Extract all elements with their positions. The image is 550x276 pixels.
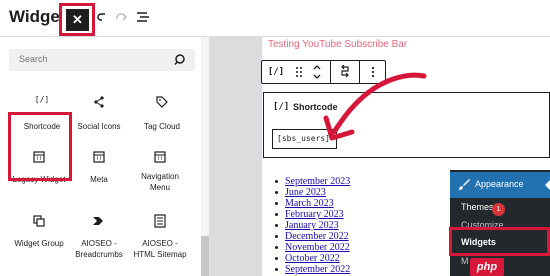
aioseo-sitemap-icon: [154, 214, 166, 228]
widget-title: Testing YouTube Subscribe Bar: [268, 39, 408, 50]
block-label: AIOSEO - Breadcrumbs: [75, 239, 123, 259]
list-item[interactable]: September 2023: [272, 176, 350, 187]
aioseo-breadcrumbs-icon: [93, 217, 103, 225]
close-icon: ✕: [72, 12, 83, 27]
red-arrow-annotation: [323, 72, 427, 141]
block-meta[interactable]: Meta: [68, 150, 130, 190]
block-aioseo-breadcrumbs[interactable]: AIOSEO - Breadcrumbs: [68, 214, 130, 264]
redo-icon: [116, 13, 127, 21]
update-count-badge: 1: [492, 203, 505, 216]
widgets-highlight-box: [449, 227, 550, 256]
close-highlight-box: ✕: [59, 3, 95, 36]
drag-handle-icon: [296, 67, 302, 77]
menu-item-themes[interactable]: Themes: [461, 202, 494, 212]
list-view-button[interactable]: [135, 8, 151, 26]
block-widget-group[interactable]: Widget Group: [8, 214, 70, 254]
shortcode-icon: [/]: [34, 95, 50, 104]
shortcode-highlight-box: [8, 112, 72, 181]
list-item[interactable]: February 2023: [272, 209, 350, 220]
block-label: AIOSEO - HTML Sitemap: [133, 239, 187, 259]
shortcode-icon: [/]: [273, 102, 290, 112]
block-label: Tag Cloud: [143, 122, 181, 131]
redo-button[interactable]: [114, 8, 130, 26]
tag-icon: [156, 96, 168, 108]
list-item[interactable]: June 2023: [272, 187, 350, 198]
search-icon: [174, 54, 185, 66]
list-item[interactable]: March 2023: [272, 198, 350, 209]
appearance-label: Appearance: [475, 179, 524, 189]
calendar-icon: [154, 151, 166, 163]
scrollbar-thumb[interactable]: [201, 236, 209, 276]
paintbrush-icon: [459, 179, 470, 190]
list-item[interactable]: November 2022: [272, 242, 350, 253]
close-inserter-button[interactable]: ✕: [66, 9, 89, 31]
list-item[interactable]: January 2023: [272, 220, 350, 231]
block-tag-cloud[interactable]: Tag Cloud: [131, 95, 193, 135]
group-icon: [33, 215, 45, 227]
active-caret-icon: [545, 180, 550, 190]
block-navigation-menu[interactable]: Navigation Menu: [129, 150, 191, 200]
menu-item-menus[interactable]: M: [461, 256, 469, 266]
list-item[interactable]: December 2022: [272, 231, 350, 242]
block-label: Meta: [90, 175, 108, 184]
undo-icon: [97, 13, 105, 21]
list-item[interactable]: September 2022: [272, 264, 350, 275]
search-placeholder: Search: [19, 54, 48, 64]
block-inserter-panel: Search [/] Shortcode Social Icons Tag Cl…: [0, 37, 210, 276]
list-view-icon: [137, 12, 149, 22]
undo-button[interactable]: [95, 8, 111, 26]
shortcode-icon[interactable]: [/]: [262, 61, 290, 83]
block-aioseo-html-sitemap[interactable]: AIOSEO - HTML Sitemap: [129, 214, 191, 264]
block-search-input[interactable]: Search: [9, 49, 195, 71]
drag-handle-button[interactable]: [290, 61, 308, 83]
calendar-icon: [93, 151, 105, 163]
list-item[interactable]: October 2022: [272, 253, 350, 264]
block-label: Social Icons: [77, 122, 121, 131]
php-watermark: php: [470, 258, 504, 276]
appearance-menu-item[interactable]: Appearance: [450, 172, 550, 198]
share-icon: [94, 96, 104, 108]
block-label: Navigation Menu: [141, 172, 179, 192]
archives-list: September 2023 June 2023 March 2023 Febr…: [272, 176, 350, 275]
block-social-icons[interactable]: Social Icons: [68, 95, 130, 135]
block-label: Widget Group: [14, 239, 64, 248]
editor-header: Widgets ✕: [0, 0, 550, 37]
